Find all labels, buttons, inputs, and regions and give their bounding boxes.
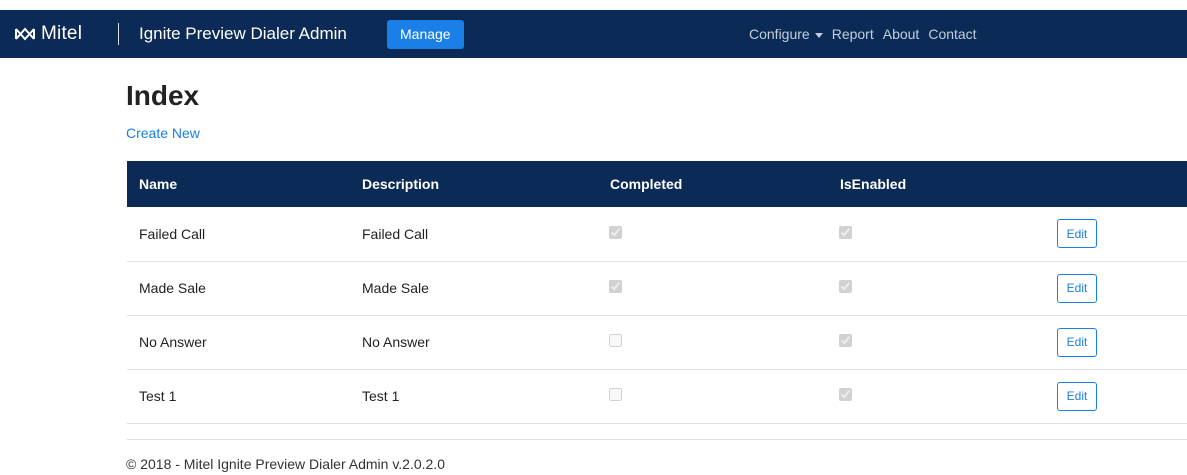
brand-name: Mitel bbox=[41, 23, 83, 44]
footer-text: © 2018 - Mitel Ignite Preview Dialer Adm… bbox=[126, 456, 445, 472]
header-isenabled: IsEnabled bbox=[840, 176, 907, 192]
table-header-row: Name Description Completed IsEnabled bbox=[127, 161, 1187, 207]
edit-button[interactable]: Edit bbox=[1057, 273, 1097, 303]
dispositions-table: Name Description Completed IsEnabled Fai… bbox=[127, 161, 1187, 424]
cell-actions: Edit bbox=[1045, 369, 1187, 424]
top-navbar: Mitel Ignite Preview Dialer Admin Manage… bbox=[0, 10, 1187, 58]
cell-completed bbox=[598, 315, 828, 370]
app-title[interactable]: Ignite Preview Dialer Admin bbox=[139, 10, 347, 58]
cell-name: Test 1 bbox=[127, 369, 350, 424]
header-name: Name bbox=[139, 176, 178, 192]
header-description: Description bbox=[362, 176, 440, 192]
cell-name: Made Sale bbox=[127, 261, 350, 316]
isenabled-checkbox bbox=[839, 225, 852, 239]
brand-logo[interactable]: Mitel bbox=[14, 10, 82, 58]
cell-isenabled bbox=[828, 315, 1045, 370]
table-row: Failed Call Failed Call Edit bbox=[127, 207, 1187, 262]
cell-isenabled bbox=[828, 207, 1045, 262]
table-row: Test 1 Test 1 Edit bbox=[127, 369, 1187, 424]
footer-divider bbox=[127, 439, 1187, 440]
edit-button[interactable]: Edit bbox=[1057, 327, 1097, 357]
completed-checkbox bbox=[609, 225, 622, 239]
manage-button[interactable]: Manage bbox=[387, 20, 464, 49]
cell-actions: Edit bbox=[1045, 207, 1187, 262]
isenabled-checkbox bbox=[839, 280, 852, 293]
completed-checkbox bbox=[609, 280, 622, 293]
nav-about-link[interactable]: About bbox=[883, 26, 920, 42]
completed-checkbox bbox=[609, 334, 622, 347]
cell-actions: Edit bbox=[1045, 261, 1187, 316]
cell-completed bbox=[598, 207, 828, 262]
table-row: No Answer No Answer Edit bbox=[127, 315, 1187, 370]
isenabled-checkbox bbox=[839, 388, 852, 401]
edit-button[interactable]: Edit bbox=[1057, 381, 1097, 411]
nav-links: Configure Report About Contact bbox=[749, 10, 986, 58]
cell-description: Failed Call bbox=[350, 207, 598, 262]
edit-button[interactable]: Edit bbox=[1057, 219, 1097, 249]
cell-completed bbox=[598, 369, 828, 424]
table-row: Made Sale Made Sale Edit bbox=[127, 261, 1187, 316]
cell-name: Failed Call bbox=[127, 207, 350, 262]
nav-configure-label: Configure bbox=[749, 26, 810, 42]
caret-down-icon bbox=[814, 32, 823, 38]
completed-checkbox bbox=[609, 388, 622, 401]
header-completed: Completed bbox=[610, 176, 683, 192]
nav-contact-link[interactable]: Contact bbox=[928, 26, 976, 42]
mitel-logo-icon bbox=[15, 27, 35, 41]
cell-isenabled bbox=[828, 369, 1045, 424]
header-actions bbox=[1045, 161, 1187, 207]
cell-actions: Edit bbox=[1045, 315, 1187, 370]
cell-isenabled bbox=[828, 261, 1045, 316]
cell-completed bbox=[598, 261, 828, 316]
nav-configure-dropdown[interactable]: Configure bbox=[749, 26, 823, 42]
page-title: Index bbox=[126, 80, 200, 111]
cell-name: No Answer bbox=[127, 315, 350, 370]
cell-description: Test 1 bbox=[350, 369, 598, 424]
nav-report-link[interactable]: Report bbox=[832, 26, 874, 42]
cell-description: Made Sale bbox=[350, 261, 598, 316]
navbar-divider bbox=[118, 23, 119, 45]
cell-description: No Answer bbox=[350, 315, 598, 370]
create-new-link[interactable]: Create New bbox=[126, 125, 200, 141]
isenabled-checkbox bbox=[839, 334, 852, 347]
